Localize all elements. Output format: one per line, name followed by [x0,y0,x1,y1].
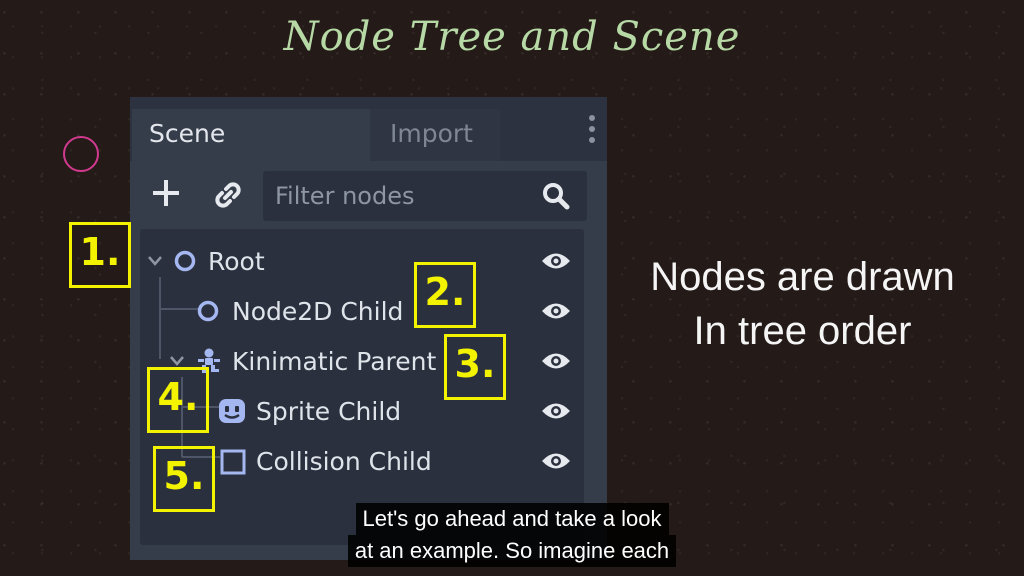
tree-label-sprite-child: Sprite Child [256,397,402,426]
visibility-eye-icon[interactable] [540,350,572,372]
kebab-menu-icon[interactable] [585,115,599,148]
tab-bar: Scene Import [130,97,607,161]
slide-title: Node Tree and Scene [283,14,741,60]
tab-scene[interactable]: Scene [132,109,370,161]
tree-row-root[interactable]: Root [140,240,584,282]
visibility-eye-icon[interactable] [540,450,572,472]
sprite-face-icon [219,399,245,423]
search-icon [541,181,571,211]
annotation-2: 2. [414,262,476,328]
node2d-circle-icon [197,300,219,322]
annotation-4: 4. [147,367,209,433]
tree-label-root: Root [208,247,265,276]
side-text-line-1: Nodes are drawn [650,255,955,299]
cursor-circle-marker [63,136,99,172]
subtitle-caption: Let's go ahead and take a look at an exa… [0,503,1024,567]
filter-nodes-field[interactable] [263,171,587,221]
tree-label-node2d-child: Node2D Child [232,297,404,326]
node-circle-icon [174,250,196,272]
add-node-button[interactable] [150,177,182,209]
side-explanation-text: Nodes are drawn In tree order [600,250,1005,358]
annotation-3: 3. [444,334,506,400]
tree-label-kinimatic-parent: Kinimatic Parent [232,347,437,376]
link-icon[interactable] [212,179,244,211]
chevron-down-icon[interactable] [170,356,184,366]
visibility-eye-icon[interactable] [540,400,572,422]
chevron-down-icon[interactable] [148,256,162,266]
collision-square-icon [220,449,246,475]
tree-label-collision-child: Collision Child [256,447,432,476]
annotation-1: 1. [69,222,131,288]
visibility-eye-icon[interactable] [540,300,572,322]
visibility-eye-icon[interactable] [540,250,572,272]
filter-nodes-input[interactable] [273,179,527,213]
side-text-line-2: In tree order [693,309,912,353]
tab-import[interactable]: Import [370,109,500,161]
tree-row-node2d-child[interactable]: Node2D Child [140,290,584,332]
caption-line-1: Let's go ahead and take a look [355,503,669,535]
caption-line-2: at an example. So imagine each [347,535,677,567]
